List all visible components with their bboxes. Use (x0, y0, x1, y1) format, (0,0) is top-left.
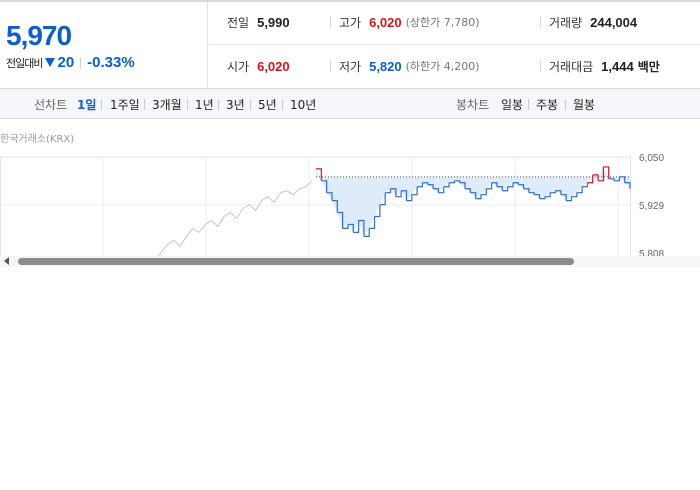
divider (540, 16, 541, 28)
plot-frame (0, 156, 631, 257)
change-row: 전일대비 20 -0.33% (6, 54, 135, 71)
price-chart-svg: 6,0505,9295,808 (0, 153, 664, 257)
y-tick-label: 5,929 (639, 201, 664, 212)
stat-value: 6,020 (369, 14, 402, 30)
market-name: 한국거래소(KRX) (0, 134, 75, 145)
stats-row-divider (209, 44, 700, 45)
stat-volume: 거래량 244,004 (540, 2, 637, 42)
divider (565, 99, 566, 110)
tab-5-years[interactable]: 5년 (258, 96, 277, 113)
divider (330, 16, 331, 28)
stat-label: 거래량 (549, 15, 583, 30)
lower-limit: (하한가 4,200) (405, 60, 480, 73)
history-price-line (147, 180, 313, 257)
stat-label: 전일 (227, 15, 250, 30)
stat-prev-close: 전일 5,990 (227, 2, 290, 42)
divider (218, 99, 219, 110)
tab-1-year[interactable]: 1년 (195, 96, 214, 113)
divider (80, 56, 82, 69)
divider (101, 99, 102, 110)
stat-low: 저가 5,820 (하한가 4,200) (330, 46, 480, 86)
tab-daily-candle[interactable]: 일봉 (501, 96, 523, 113)
price-chart: 6,050 5,929 5,808 (0, 150, 700, 257)
stat-value: 244,004 (590, 14, 638, 30)
candle-chart-label: 봉차트 (456, 98, 490, 112)
stat-label: 저가 (339, 59, 362, 74)
scroll-left-arrow-icon[interactable] (4, 257, 9, 265)
change-rate: -0.33% (87, 54, 135, 71)
stat-high: 고가 6,020 (상한가 7,780) (330, 2, 480, 42)
down-arrow-icon (45, 58, 56, 67)
divider (187, 99, 188, 110)
change-label: 전일대비 (6, 56, 43, 70)
stat-value: 5,820 (369, 58, 402, 74)
stat-value: 6,020 (257, 58, 290, 74)
tab-3-years[interactable]: 3년 (226, 96, 245, 113)
stat-label: 고가 (339, 15, 362, 30)
divider (250, 99, 251, 110)
tab-3-months[interactable]: 3개월 (152, 96, 182, 113)
stat-open: 시가 6,020 (227, 46, 290, 86)
tab-weekly-candle[interactable]: 주봉 (536, 96, 558, 113)
tab-1-day[interactable]: 1일 (77, 96, 96, 113)
current-price: 5,970 (6, 20, 72, 51)
tab-1-week[interactable]: 1주일 (110, 96, 140, 113)
stat-label: 거래대금 (549, 59, 594, 74)
divider (330, 60, 331, 72)
tab-10-years[interactable]: 10년 (290, 96, 316, 113)
price-box: 5,970 전일대비 20 -0.33% (0, 2, 208, 88)
divider (528, 99, 529, 110)
divider (144, 99, 145, 110)
scrollbar-thumb[interactable] (18, 258, 574, 265)
stat-value: 5,990 (257, 14, 290, 30)
upper-limit: (상한가 7,780) (405, 16, 480, 29)
stock-quote-widget: 5,970 전일대비 20 -0.33% 전일 5,990 고가 6,020 (… (0, 0, 700, 270)
stat-label: 시가 (227, 59, 250, 74)
stat-value: 1,444 (601, 58, 634, 74)
stats-table: 전일 5,990 고가 6,020 (상한가 7,780) 거래량 244,00… (209, 2, 700, 88)
y-tick-label: 6,050 (639, 153, 664, 164)
stat-unit: 백만 (637, 59, 660, 74)
divider (282, 99, 283, 110)
tab-monthly-candle[interactable]: 월봉 (573, 96, 595, 113)
stat-trade-value: 거래대금 1,444 백만 (540, 46, 660, 86)
divider (540, 60, 541, 72)
line-chart-label: 선차트 (34, 98, 68, 112)
change-amount: 20 (57, 54, 75, 71)
chart-period-tabbar: 선차트 1일 1주일 3개월 1년 3년 5년 10년 봉차트 일봉 주봉 월봉 (0, 88, 700, 119)
